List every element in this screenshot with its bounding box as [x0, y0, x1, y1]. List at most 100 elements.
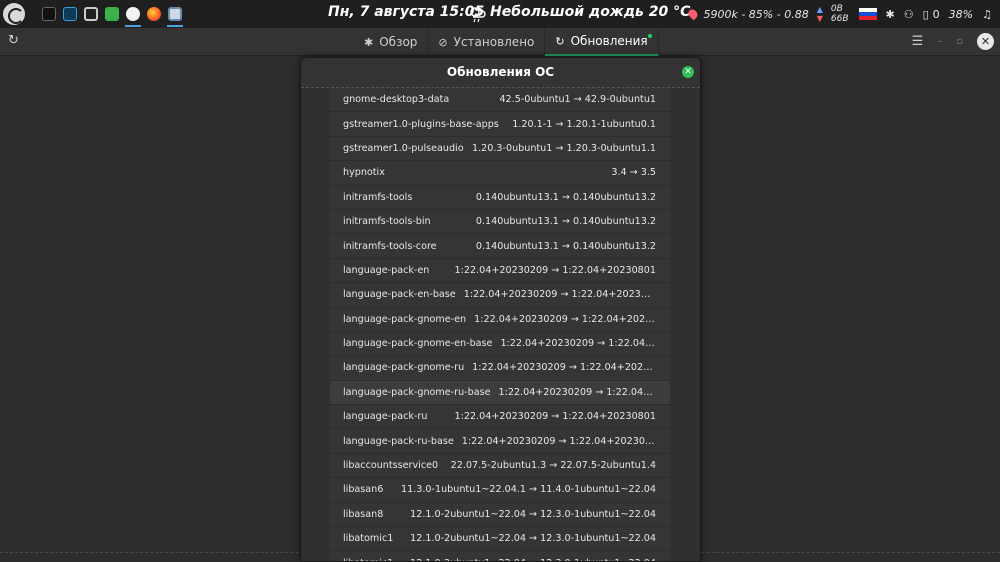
- package-version: 12.1.0-2ubuntu1~22.04 → 12.3.0-1ubuntu1~…: [410, 533, 656, 545]
- terminal-app-icon[interactable]: [39, 0, 59, 28]
- minimize-icon[interactable]: –: [937, 36, 942, 47]
- firefox-app-icon[interactable]: [144, 0, 164, 28]
- package-row[interactable]: initramfs-tools-core 0.140ubuntu13.1 → 0.…: [330, 234, 670, 259]
- package-row[interactable]: language-pack-gnome-ru-base 1:22.04+20230…: [330, 380, 670, 406]
- package-version: 12.1.0-2ubuntu1~22.04 → 12.3.0-1ubuntu1~…: [410, 508, 656, 520]
- package-row[interactable]: libatomic1 12.1.0-2ubuntu1~22.04 → 12.3.0…: [330, 551, 670, 561]
- package-name: language-pack-gnome-en: [343, 313, 467, 325]
- music-note-icon[interactable]: ♫: [982, 8, 992, 21]
- star-icon: ✱: [364, 35, 374, 49]
- bluetooth-icon[interactable]: ✱: [886, 8, 895, 21]
- clock[interactable]: Пн, 7 августа 15:05: [328, 4, 484, 20]
- package-row[interactable]: gnome-desktop3-data 42.5-0ubuntu1 → 42.9-…: [330, 88, 670, 113]
- package-version: 1:22.04+20230209 → 1:22.04+20230801: [461, 435, 656, 447]
- package-name: libaccountsservice0: [343, 460, 439, 472]
- system-monitor-app-icon[interactable]: [60, 0, 80, 28]
- system-stats[interactable]: 5900k - 85% - 0.88: [703, 8, 808, 21]
- package-row[interactable]: libasan6 11.3.0-1ubuntu1~22.04.1 → 11.4.0…: [330, 478, 670, 503]
- package-row[interactable]: language-pack-en-base 1:22.04+20230209 → …: [330, 283, 670, 308]
- package-row[interactable]: language-pack-gnome-en 1:22.04+20230209 →…: [330, 308, 670, 332]
- package-name: libasan8: [343, 508, 384, 520]
- package-row[interactable]: language-pack-ru 1:22.04+20230209 → 1:22.…: [330, 405, 670, 430]
- net-up: 66B: [830, 14, 849, 24]
- update-indicator-dot: [647, 34, 652, 38]
- keyboard-layout-flag-icon[interactable]: [858, 8, 877, 20]
- package-row[interactable]: language-pack-en 1:22.04+20230209 → 1:22.…: [330, 259, 670, 284]
- package-version: 1:22.04+20230209 → 1:22.04+20...: [500, 338, 656, 350]
- package-row[interactable]: language-pack-gnome-ru 1:22.04+20230209 →…: [330, 356, 670, 381]
- package-row[interactable]: language-pack-gnome-en-base 1:22.04+20230…: [330, 332, 670, 357]
- battery-level[interactable]: 38%: [949, 8, 973, 21]
- notification-count: 0: [932, 7, 940, 21]
- tab-overview[interactable]: ✱ Обзор: [354, 28, 429, 56]
- app-toolbar: ↻ ✱ Обзор ⊘ Установлено ↻ Обновления ☰ –…: [0, 28, 1000, 56]
- tab-installed[interactable]: ⊘ Установлено: [428, 28, 546, 56]
- package-row[interactable]: initramfs-tools 0.140ubuntu13.1 → 0.140ub…: [330, 186, 670, 210]
- package-name: gstreamer1.0-pulseaudio: [343, 142, 464, 154]
- notification-icon[interactable]: ▯: [923, 8, 929, 21]
- package-list[interactable]: gnome-desktop3-data 42.5-0ubuntu1 → 42.9-…: [330, 88, 670, 561]
- package-row[interactable]: hypnotix 3.4 → 3.5: [330, 161, 670, 186]
- window-controls: ☰ – ▫ ✕: [912, 33, 994, 50]
- package-row[interactable]: gstreamer1.0-pulseaudio 1.20.3-0ubuntu1 →…: [330, 137, 670, 162]
- package-name: gnome-desktop3-data: [343, 94, 450, 106]
- software-center-app-icon[interactable]: [165, 0, 185, 28]
- package-name: language-pack-en: [343, 264, 430, 276]
- package-name: gstreamer1.0-plugins-base-apps: [343, 118, 499, 130]
- tab-updates[interactable]: ↻ Обновления: [545, 28, 659, 56]
- package-name: language-pack-gnome-en-base: [343, 338, 493, 350]
- package-version: 22.07.5-2ubuntu1.3 → 22.07.5-2ubuntu1.4: [450, 460, 656, 472]
- package-row[interactable]: libatomic1 12.1.0-2ubuntu1~22.04 → 12.3.0…: [330, 527, 670, 552]
- package-row[interactable]: initramfs-tools-bin 0.140ubuntu13.1 → 0.1…: [330, 210, 670, 235]
- package-name: language-pack-ru-base: [343, 435, 454, 447]
- package-version: 1:22.04+20230209 → 1:22.04+20230801: [454, 411, 656, 423]
- network-icon[interactable]: ⚇: [904, 8, 914, 21]
- net-speed[interactable]: 0B 66B: [831, 4, 849, 24]
- package-version: 12.1.0-2ubuntu1~22.04 → 12.3.0-1ubuntu1~…: [410, 558, 656, 561]
- package-row[interactable]: libaccountsservice0 22.07.5-2ubuntu1.3 → …: [330, 454, 670, 479]
- package-version: 0.140ubuntu13.1 → 0.140ubuntu13.2: [475, 191, 656, 203]
- refresh-icon[interactable]: ↻: [8, 34, 22, 48]
- dialog-title: Обновления ОС: [446, 65, 555, 79]
- package-row[interactable]: language-pack-ru-base 1:22.04+20230209 → …: [330, 429, 670, 454]
- net-arrows-icon: ▲ ▼: [816, 5, 823, 23]
- weather-text[interactable]: Небольшой дождь 20 °C: [490, 4, 690, 20]
- package-version: 1.20.3-0ubuntu1 → 1.20.3-0ubuntu1.1: [471, 142, 656, 154]
- top-panel: Пн, 7 августа 15:05 Небольшой дождь 20 °…: [0, 0, 1000, 28]
- package-name: libatomic1: [343, 558, 393, 561]
- package-name: language-pack-ru: [343, 411, 428, 423]
- package-name: libatomic1: [343, 533, 394, 545]
- close-window-button[interactable]: ✕: [977, 33, 994, 50]
- net-down: 0B: [830, 4, 843, 14]
- package-name: language-pack-en-base: [343, 289, 456, 301]
- package-version: 1:22.04+20230209 → 1:22.04+20...: [498, 386, 657, 398]
- location-pin-icon: [687, 7, 700, 21]
- package-name: language-pack-gnome-ru: [343, 362, 465, 374]
- package-row[interactable]: libasan8 12.1.0-2ubuntu1~22.04 → 12.3.0-1…: [330, 503, 670, 528]
- refresh-icon: ↻: [555, 34, 565, 48]
- package-row[interactable]: gstreamer1.0-plugins-base-apps 1.20.1-1 →…: [330, 112, 670, 137]
- package-name: hypnotix: [343, 167, 385, 179]
- maximize-icon[interactable]: ▫: [956, 36, 963, 47]
- menu-icon[interactable]: ☰: [912, 34, 924, 49]
- package-version: 1:22.04+20230209 → 1:22.04+20230801: [472, 362, 656, 374]
- tab-label: Установлено: [453, 35, 535, 49]
- menu-logo-icon[interactable]: [3, 3, 25, 25]
- package-name: language-pack-gnome-ru-base: [343, 386, 491, 398]
- package-name: initramfs-tools-core: [343, 240, 437, 252]
- screenshot-app-icon[interactable]: [81, 0, 101, 28]
- tab-bar: ✱ Обзор ⊘ Установлено ↻ Обновления: [354, 28, 659, 56]
- tab-label: Обзор: [379, 35, 418, 49]
- yandex-browser-app-icon[interactable]: [123, 0, 143, 28]
- package-name: libasan6: [343, 484, 384, 496]
- package-version: 42.5-0ubuntu1 → 42.9-0ubuntu1: [499, 94, 656, 106]
- dialog-close-button[interactable]: ✕: [682, 66, 694, 78]
- system-tray: 5900k - 85% - 0.88 ▲ ▼ 0B 66B ✱ ⚇ ▯ 0 38%…: [687, 0, 1000, 28]
- package-name: initramfs-tools: [343, 191, 413, 203]
- package-version: 1:22.04+20230209 → 1:22.04+20230801: [463, 289, 656, 301]
- package-version: 3.4 → 3.5: [611, 167, 656, 179]
- rain-cloud-icon: [470, 7, 486, 23]
- package-version: 0.140ubuntu13.1 → 0.140ubuntu13.2: [475, 240, 656, 252]
- tab-label: Обновления: [570, 34, 648, 48]
- files-app-icon[interactable]: [102, 0, 122, 28]
